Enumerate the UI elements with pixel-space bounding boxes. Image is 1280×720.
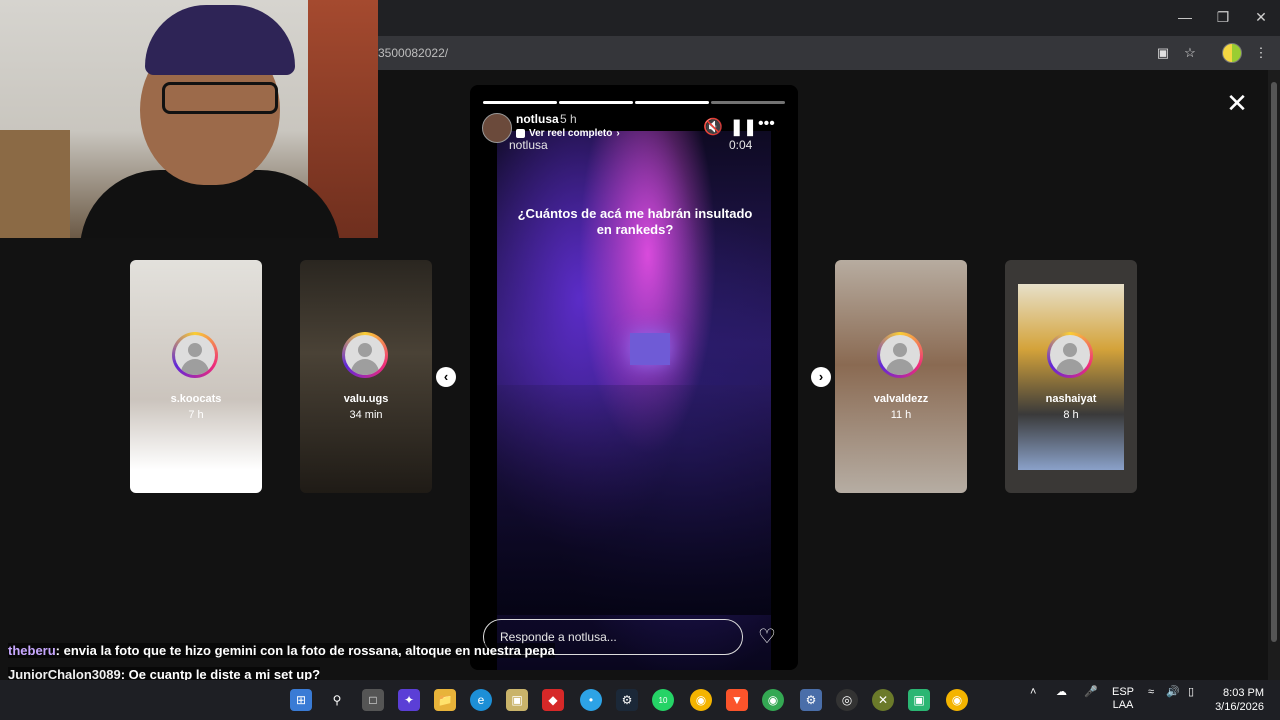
- story-time: 8 h: [1063, 409, 1079, 421]
- story-time: 11 h: [890, 409, 912, 421]
- progress-segment: [483, 101, 557, 104]
- minimize-icon[interactable]: —: [1166, 0, 1204, 34]
- chat-user: theberu: [8, 643, 56, 658]
- story-time: 7 h: [188, 409, 204, 421]
- previous-story-icon[interactable]: ‹: [436, 367, 456, 387]
- volume-icon[interactable]: 🔊: [1166, 686, 1180, 699]
- wifi-icon[interactable]: ≈: [1148, 686, 1154, 699]
- app-blue-icon[interactable]: •: [580, 689, 602, 711]
- restore-icon[interactable]: ❐: [1204, 0, 1242, 34]
- stage-screen: [630, 333, 670, 365]
- language-bottom: LAA: [1112, 699, 1134, 711]
- chat-text: : envia la foto que te hizo gemini con l…: [55, 643, 555, 658]
- clock-date: 3/16/2026: [1215, 701, 1264, 713]
- heart-icon[interactable]: ♡: [756, 626, 778, 648]
- search-icon[interactable]: ⚲: [326, 689, 348, 711]
- progress-segment: [559, 101, 633, 104]
- more-icon[interactable]: ⋮: [1252, 44, 1270, 62]
- install-icon[interactable]: ▣: [1154, 44, 1172, 62]
- copilot-icon[interactable]: ✦: [398, 689, 420, 711]
- windows-start-icon[interactable]: ⊞: [290, 689, 312, 711]
- webcam-overlay: [0, 0, 378, 238]
- obs-icon[interactable]: ◎: [836, 689, 858, 711]
- progress-segment: [711, 101, 785, 104]
- avatar: [342, 332, 388, 378]
- cloud-icon[interactable]: ☁: [1056, 686, 1067, 699]
- more-options-icon[interactable]: •••: [758, 115, 775, 133]
- scrollbar[interactable]: [1268, 70, 1280, 720]
- story-username: valvaldezz: [873, 393, 929, 405]
- task-view-icon[interactable]: □: [362, 689, 384, 711]
- system-clock[interactable]: 8:03 PM 3/16/2026: [1214, 686, 1264, 714]
- settings-icon[interactable]: ⚙: [800, 689, 822, 711]
- xbox-icon[interactable]: ✕: [872, 689, 894, 711]
- clock-time: 8:03 PM: [1223, 687, 1264, 699]
- language-top: ESP: [1111, 686, 1134, 698]
- language-indicator[interactable]: ESP LAA: [1110, 686, 1136, 712]
- app-green-icon[interactable]: ▣: [908, 689, 930, 711]
- chevron-right-icon: ›: [616, 128, 620, 139]
- address-bar[interactable]: 3500082022/: [378, 46, 448, 60]
- story-username: nashaiyat: [1045, 393, 1097, 405]
- file-explorer-icon[interactable]: 📁: [434, 689, 456, 711]
- story-card-valvaldezz[interactable]: valvaldezz 11 h: [835, 260, 967, 493]
- story-time: 5 h: [560, 112, 577, 126]
- overlay-username: notlusa: [509, 138, 548, 152]
- steam-icon[interactable]: ⚙: [616, 689, 638, 711]
- star-icon[interactable]: ☆: [1181, 44, 1199, 62]
- crowd: [497, 385, 771, 615]
- chat-message: theberu: envia la foto que te hizo gemin…: [8, 640, 588, 662]
- chrome-alt-icon[interactable]: ◉: [762, 689, 784, 711]
- store-icon[interactable]: ▣: [506, 689, 528, 711]
- close-window-icon[interactable]: ✕: [1242, 0, 1280, 34]
- avatar: [1047, 332, 1093, 378]
- avatar: [172, 332, 218, 378]
- chrome-icon[interactable]: ◉: [690, 689, 712, 711]
- story-username[interactable]: notlusa: [516, 112, 559, 126]
- main-story: notlusa 5 h Ver reel completo › notlusa …: [470, 85, 798, 670]
- whatsapp-icon[interactable]: 10: [652, 689, 674, 711]
- avatar[interactable]: [482, 113, 512, 143]
- avatar: [877, 332, 923, 378]
- story-card-valu-ugs[interactable]: valu.ugs 34 min: [300, 260, 432, 493]
- pause-icon[interactable]: ❚❚: [730, 117, 757, 137]
- video-duration: 0:04: [729, 138, 753, 152]
- chrome-profile-icon[interactable]: ◉: [946, 689, 968, 711]
- story-card-nashaiyat[interactable]: nashaiyat 8 h: [1005, 260, 1137, 493]
- story-caption: ¿Cuántos de acá me habrán insultado en r…: [517, 206, 753, 237]
- brave-icon[interactable]: ▼: [726, 689, 748, 711]
- close-icon[interactable]: ✕: [1226, 90, 1248, 116]
- story-time: 34 min: [349, 409, 383, 421]
- story-card-s-koocats[interactable]: s.koocats 7 h: [130, 260, 262, 493]
- chevron-up-icon[interactable]: ˄: [1030, 686, 1036, 699]
- story-username: s.koocats: [170, 393, 222, 405]
- microphone-icon[interactable]: 🎤: [1084, 686, 1098, 699]
- whatsapp-badge: 10: [658, 695, 668, 705]
- progress-segment: [635, 101, 709, 104]
- battery-icon[interactable]: ▯: [1188, 686, 1194, 699]
- profile-icon[interactable]: [1222, 43, 1242, 63]
- next-story-icon[interactable]: ›: [811, 367, 831, 387]
- mute-icon[interactable]: 🔇: [703, 117, 723, 137]
- edge-icon[interactable]: e: [470, 689, 492, 711]
- app-red-icon[interactable]: ◆: [542, 689, 564, 711]
- story-username: valu.ugs: [343, 393, 389, 405]
- reel-icon: [516, 129, 525, 138]
